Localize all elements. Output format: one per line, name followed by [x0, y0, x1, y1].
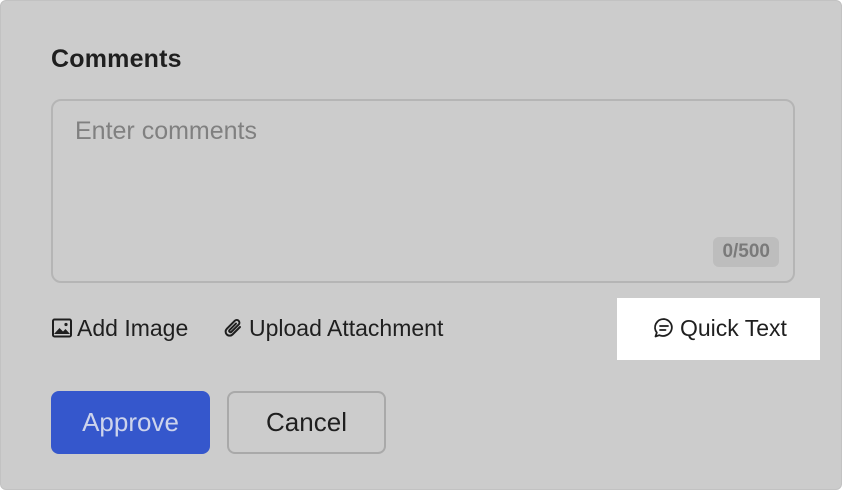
comments-textarea[interactable] [53, 101, 793, 281]
comments-field-container: 0/500 [51, 99, 795, 283]
quick-text-button[interactable]: Quick Text [652, 313, 787, 343]
add-image-label: Add Image [77, 314, 189, 341]
upload-attachment-button[interactable]: Upload Attachment [223, 313, 443, 343]
comments-panel: Comments 0/500 Add Image Upload Attachme… [0, 0, 842, 490]
quick-text-label: Quick Text [680, 314, 787, 341]
character-counter: 0/500 [713, 237, 779, 267]
chat-bubble-icon [652, 316, 676, 340]
upload-attachment-label: Upload Attachment [249, 314, 444, 341]
quick-text-highlight: Quick Text [617, 298, 820, 360]
approve-button[interactable]: Approve [51, 391, 210, 454]
cancel-button[interactable]: Cancel [227, 391, 386, 454]
image-icon [51, 317, 73, 339]
comments-title: Comments [51, 45, 182, 73]
add-image-button[interactable]: Add Image [51, 313, 188, 343]
paperclip-icon [223, 316, 245, 340]
